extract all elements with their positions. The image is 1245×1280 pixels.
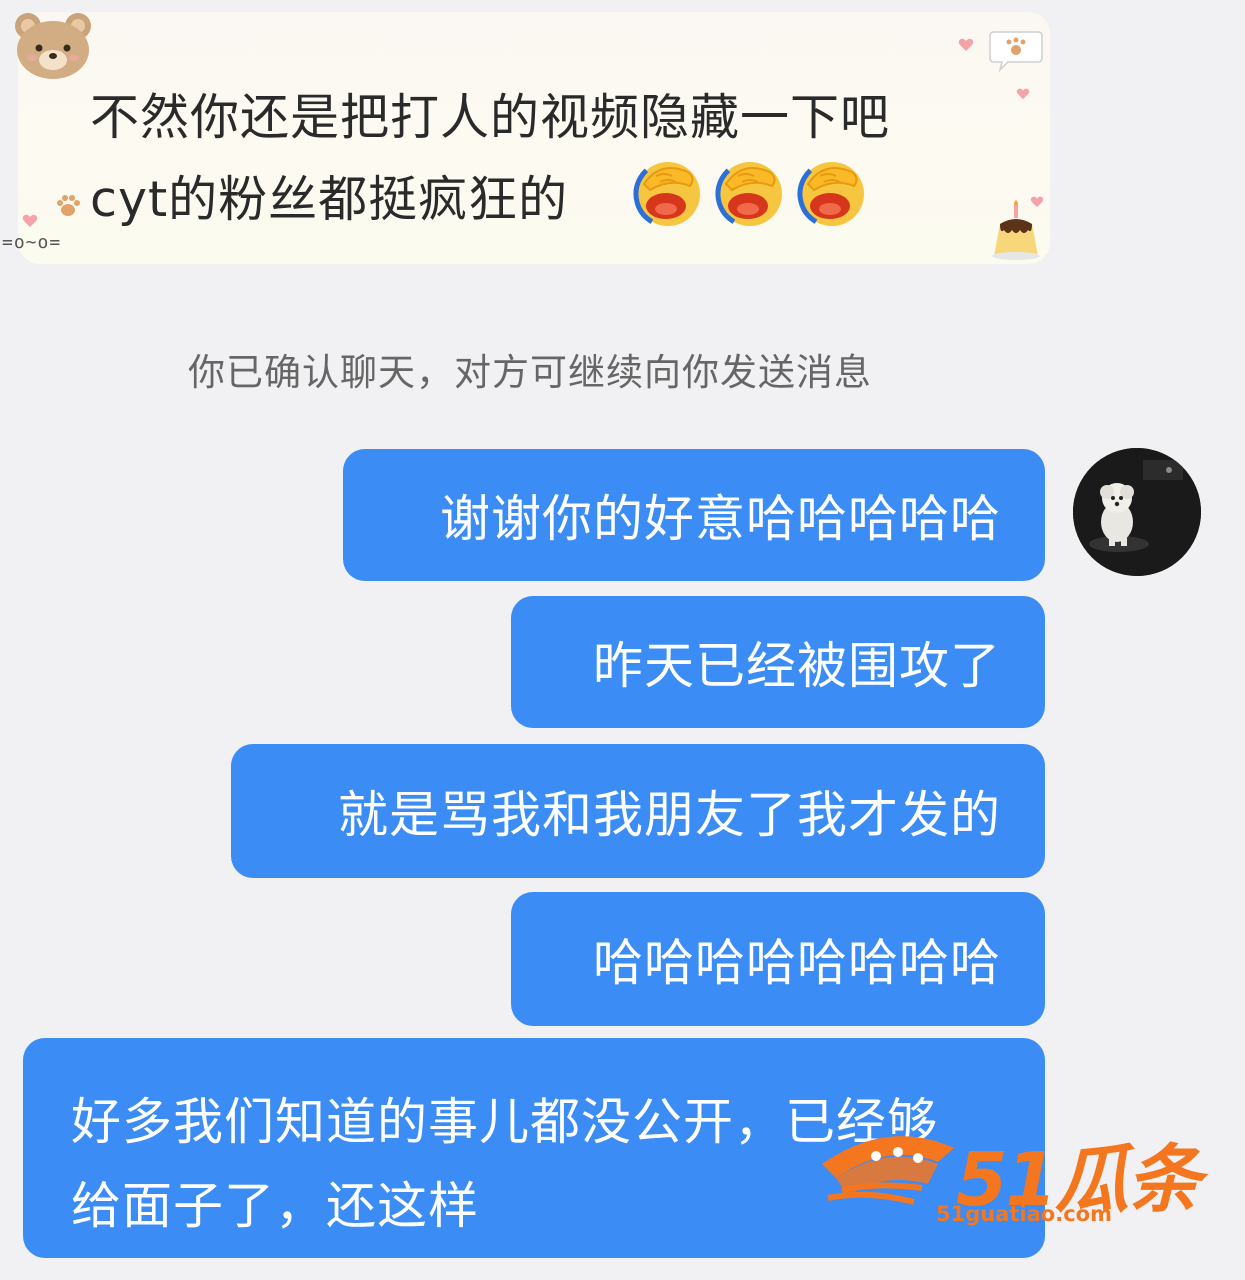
incoming-message-line-2: cyt的粉丝都挺疯狂的 <box>90 171 569 228</box>
facepalm-cry-emoji <box>715 159 785 229</box>
message-text: 哈哈哈哈哈哈哈哈 <box>593 934 1001 992</box>
dog-avatar-image <box>1073 448 1201 576</box>
watermark-url: 51guatiao.com <box>936 1202 1112 1226</box>
outgoing-message-bubble[interactable]: 就是骂我和我朋友了我才发的 <box>231 744 1045 878</box>
outgoing-message-bubble[interactable]: 哈哈哈哈哈哈哈哈 <box>511 892 1045 1026</box>
bear-sticker-icon <box>15 13 91 79</box>
message-text: 昨天已经被围攻了 <box>593 637 1001 695</box>
watermark-logo: 51瓜条 51guatiao.com <box>818 1120 1208 1235</box>
kaomoji-decoration: =o~o= <box>2 232 62 253</box>
incoming-message-bubble[interactable]: 不然你还是把打人的视频隐藏一下吧 cyt的粉丝都挺疯狂的 <box>18 12 1050 264</box>
avatar[interactable] <box>1073 448 1201 576</box>
paw-print-icon <box>57 195 80 216</box>
heart-icon <box>1016 88 1030 100</box>
watermelon-logo-icon <box>822 1136 954 1205</box>
incoming-message-line-1: 不然你还是把打人的视频隐藏一下吧 <box>90 89 891 146</box>
outgoing-message-bubble[interactable]: 昨天已经被围攻了 <box>511 596 1045 728</box>
message-text: 谢谢你的好意哈哈哈哈哈 <box>440 490 1001 548</box>
heart-icon <box>958 38 974 51</box>
paw-speech-bubble-icon <box>989 31 1043 72</box>
heart-icon <box>22 214 38 227</box>
facepalm-cry-emoji <box>633 159 703 229</box>
outgoing-message-bubble[interactable]: 谢谢你的好意哈哈哈哈哈 <box>343 449 1045 581</box>
system-notice: 你已确认聊天，对方可继续向你发送消息 <box>188 351 872 394</box>
emoji-row <box>630 154 870 230</box>
facepalm-cry-emoji <box>797 159 867 229</box>
pudding-sticker-icon <box>992 200 1040 260</box>
message-text: 就是骂我和我朋友了我才发的 <box>338 786 1001 844</box>
